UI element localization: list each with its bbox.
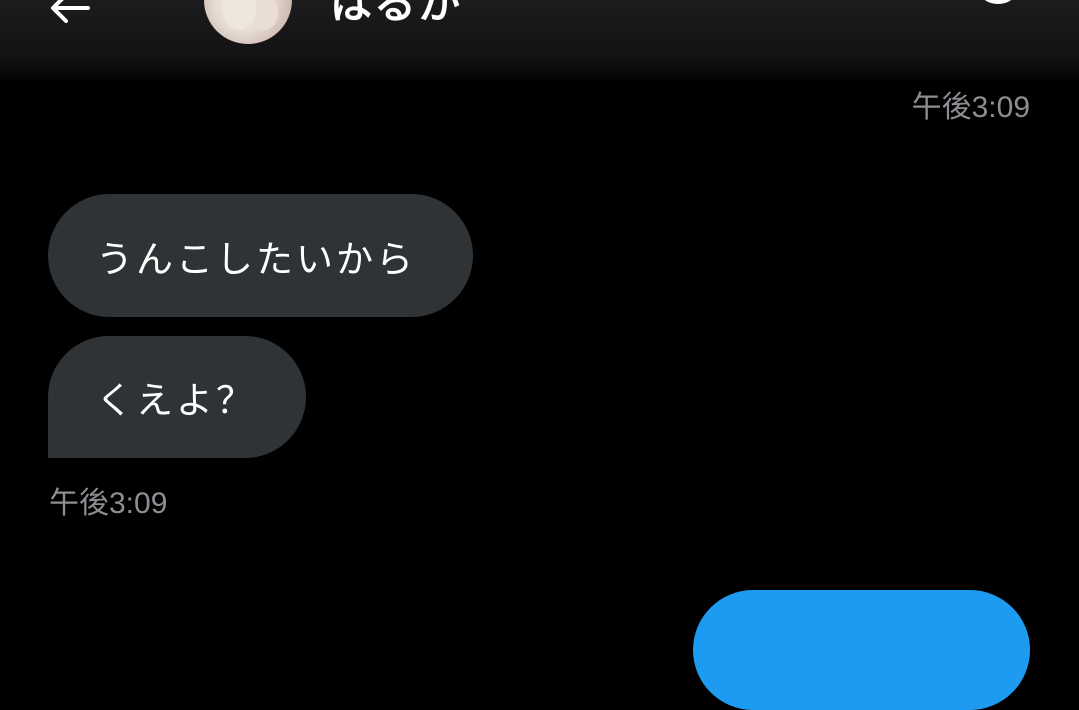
conversation-header: はるか [0, 0, 1079, 84]
info-circle-icon [984, 0, 1012, 4]
back-button[interactable] [40, 0, 100, 38]
arrow-left-icon [51, 0, 90, 23]
info-button[interactable] [968, 0, 1028, 26]
message-text: くえよ？ [96, 379, 256, 422]
avatar[interactable] [204, 0, 292, 44]
message-text: うんこしたいから [96, 237, 416, 281]
incoming-message-bubble[interactable]: うんこしたいから [48, 194, 473, 317]
contact-name[interactable]: はるか [330, 0, 462, 31]
outgoing-message-bubble[interactable] [693, 590, 1030, 710]
message-timestamp: 午後3:09 [911, 91, 1030, 124]
incoming-message-bubble[interactable]: くえよ？ [48, 336, 306, 458]
message-timestamp: 午後3:09 [49, 487, 168, 520]
